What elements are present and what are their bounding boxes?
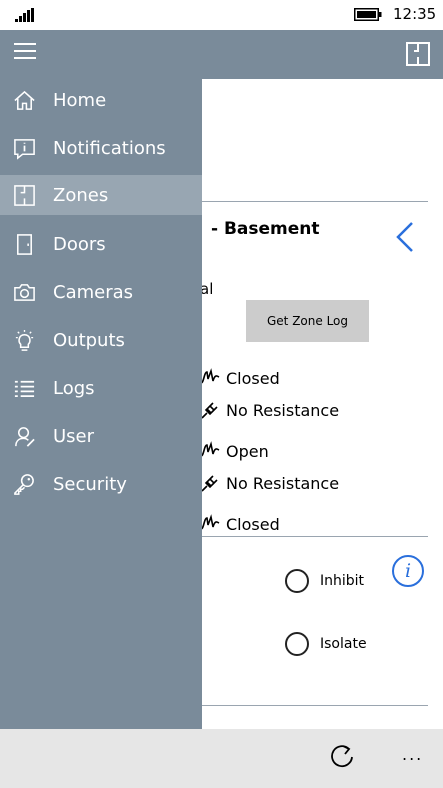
nav-item-security[interactable]: Security: [0, 464, 202, 504]
nav-item-label: Security: [53, 473, 127, 495]
status-time: 12:35: [393, 5, 437, 23]
state-row: No Resistance: [200, 398, 339, 422]
state-row: Closed: [200, 512, 280, 536]
lightbulb-icon: [15, 329, 34, 351]
state-text: No Resistance: [226, 400, 340, 420]
nav-item-label: Zones: [53, 184, 109, 206]
app-bar: [0, 30, 443, 79]
navigation-drawer: Home Notifications Zones Doors Cameras O…: [0, 79, 202, 729]
isolate-radio[interactable]: [285, 632, 309, 656]
divider: [202, 201, 428, 202]
nav-item-notifications[interactable]: Notifications: [0, 128, 202, 168]
more-options-icon[interactable]: ...: [402, 745, 423, 764]
isolate-option[interactable]: Isolate: [285, 632, 367, 656]
nav-item-label: User: [53, 425, 95, 447]
nav-item-label: Doors: [53, 233, 106, 255]
state-row: Open: [200, 439, 269, 463]
nav-item-doors[interactable]: Doors: [0, 224, 202, 264]
battery-icon: [354, 8, 382, 21]
get-zone-log-button[interactable]: Get Zone Log: [246, 300, 369, 342]
nav-item-label: Home: [53, 89, 107, 111]
state-text: Open: [226, 441, 269, 461]
nav-item-user[interactable]: User: [0, 416, 202, 456]
user-icon: [15, 426, 35, 447]
zones-icon: [14, 184, 35, 206]
bottom-app-bar: [0, 729, 443, 788]
nav-item-label: Logs: [53, 377, 95, 399]
nav-item-label: Outputs: [53, 329, 125, 351]
key-icon: [14, 473, 34, 495]
isolate-label: Isolate: [320, 636, 367, 652]
divider: [202, 536, 428, 537]
state-row: No Resistance: [200, 471, 339, 495]
nav-item-home[interactable]: Home: [0, 80, 202, 120]
camera-icon: [14, 283, 35, 301]
plug-icon: [201, 475, 218, 492]
refresh-icon[interactable]: [328, 743, 356, 771]
zone-title: - Basement: [211, 219, 320, 239]
divider: [202, 705, 428, 706]
circuit-icon: [200, 514, 220, 530]
inhibit-radio[interactable]: [285, 569, 309, 593]
state-text: No Resistance: [226, 473, 340, 493]
inhibit-label: Inhibit: [320, 573, 365, 589]
status-bar: 12:35: [0, 0, 443, 30]
hamburger-menu-icon[interactable]: [14, 43, 36, 61]
zone-partial-text: al: [200, 280, 214, 298]
door-icon: [17, 233, 32, 255]
nav-item-logs[interactable]: Logs: [0, 368, 202, 408]
circuit-icon: [200, 368, 220, 384]
list-icon: [14, 380, 35, 397]
signal-strength-icon: [15, 8, 34, 22]
plug-icon: [201, 402, 218, 419]
nav-item-label: Cameras: [53, 281, 134, 303]
chevron-left-icon[interactable]: [394, 221, 416, 253]
state-text: Closed: [226, 368, 280, 388]
state-row: Closed: [200, 366, 280, 390]
notifications-icon: [14, 138, 35, 160]
state-text: Closed: [226, 514, 280, 534]
nav-item-label: Notifications: [53, 137, 166, 159]
inhibit-option[interactable]: Inhibit: [285, 569, 364, 593]
nav-item-cameras[interactable]: Cameras: [0, 272, 202, 312]
info-icon[interactable]: i: [392, 555, 424, 587]
circuit-icon: [200, 441, 220, 457]
nav-item-outputs[interactable]: Outputs: [0, 320, 202, 360]
nav-item-zones[interactable]: Zones: [0, 175, 202, 215]
zones-page-icon[interactable]: [405, 41, 431, 67]
home-icon: [14, 90, 35, 110]
